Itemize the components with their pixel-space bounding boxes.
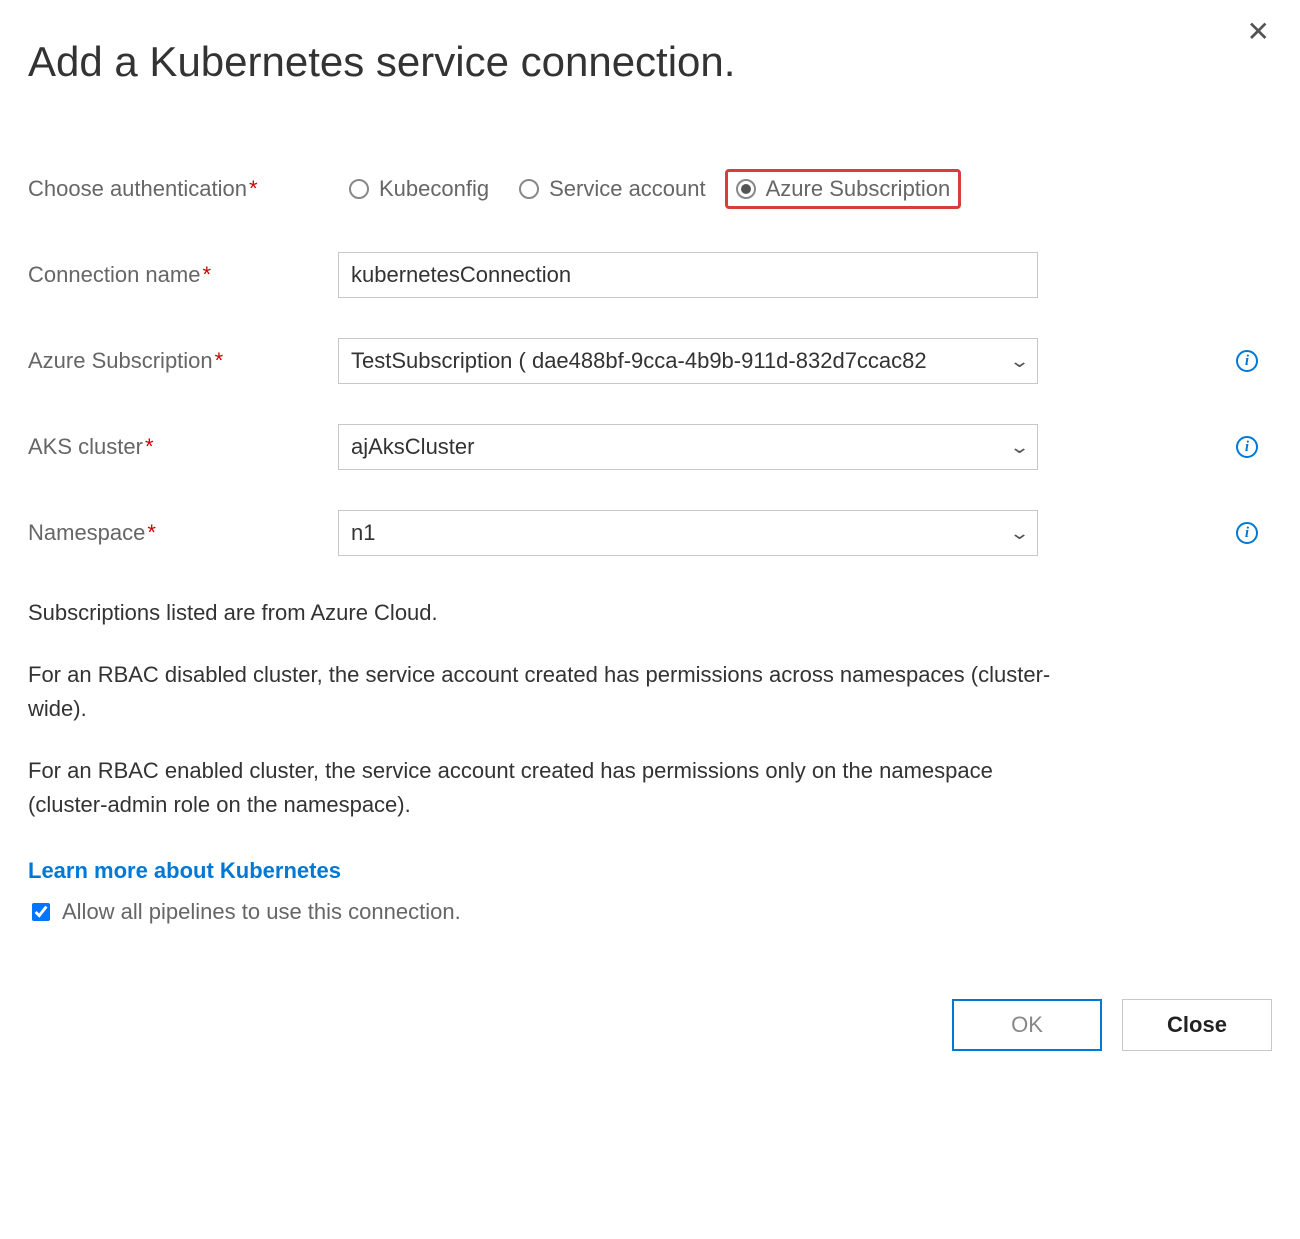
label-text: Connection name xyxy=(28,262,200,287)
close-button[interactable]: Close xyxy=(1122,999,1272,1051)
namespace-select[interactable]: n1 ⌄ xyxy=(338,510,1038,556)
required-asterisk: * xyxy=(145,434,154,459)
label-text: AKS cluster xyxy=(28,434,143,459)
allow-pipelines-row: Allow all pipelines to use this connecti… xyxy=(28,895,1068,929)
info-icon[interactable]: i xyxy=(1236,522,1258,544)
allow-pipelines-checkbox[interactable] xyxy=(32,903,50,921)
chevron-down-icon: ⌄ xyxy=(1009,351,1030,372)
auth-label-text: Choose authentication xyxy=(28,176,247,201)
auth-row: Choose authentication* Kubeconfig Servic… xyxy=(28,166,1272,212)
label-text: Azure Subscription xyxy=(28,348,213,373)
azure-subscription-row: Azure Subscription* TestSubscription ( d… xyxy=(28,338,1272,384)
connection-name-input[interactable] xyxy=(338,252,1038,298)
auth-label: Choose authentication* xyxy=(28,176,338,202)
aks-cluster-row: AKS cluster* ajAksCluster ⌄ i xyxy=(28,424,1272,470)
required-asterisk: * xyxy=(147,520,156,545)
learn-more-link[interactable]: Learn more about Kubernetes xyxy=(28,854,341,888)
radio-icon xyxy=(736,179,756,199)
select-value: ajAksCluster xyxy=(351,434,1006,460)
dialog-buttons: OK Close xyxy=(28,999,1272,1051)
info-icon[interactable]: i xyxy=(1236,350,1258,372)
select-value: TestSubscription ( dae488bf-9cca-4b9b-91… xyxy=(351,348,1006,374)
namespace-label: Namespace* xyxy=(28,520,338,546)
chevron-down-icon: ⌄ xyxy=(1009,437,1030,458)
azure-subscription-select[interactable]: TestSubscription ( dae488bf-9cca-4b9b-91… xyxy=(338,338,1038,384)
help-text-block: Subscriptions listed are from Azure Clou… xyxy=(28,596,1068,929)
radio-label: Service account xyxy=(549,176,706,202)
radio-label: Kubeconfig xyxy=(379,176,489,202)
help-line-1: Subscriptions listed are from Azure Clou… xyxy=(28,596,1068,630)
auth-radio-service-account[interactable]: Service account xyxy=(508,169,717,209)
info-icon[interactable]: i xyxy=(1236,436,1258,458)
close-icon[interactable]: ✕ xyxy=(1247,18,1270,46)
allow-pipelines-label: Allow all pipelines to use this connecti… xyxy=(62,895,461,929)
chevron-down-icon: ⌄ xyxy=(1009,523,1030,544)
required-asterisk: * xyxy=(202,262,211,287)
required-asterisk: * xyxy=(215,348,224,373)
help-line-2: For an RBAC disabled cluster, the servic… xyxy=(28,658,1068,726)
select-value: n1 xyxy=(351,520,1006,546)
dialog-title: Add a Kubernetes service connection. xyxy=(28,38,1272,86)
auth-radio-kubeconfig[interactable]: Kubeconfig xyxy=(338,169,500,209)
aks-cluster-label: AKS cluster* xyxy=(28,434,338,460)
connection-name-label: Connection name* xyxy=(28,262,338,288)
ok-button[interactable]: OK xyxy=(952,999,1102,1051)
radio-label: Azure Subscription xyxy=(766,176,951,202)
required-asterisk: * xyxy=(249,176,258,201)
label-text: Namespace xyxy=(28,520,145,545)
radio-icon xyxy=(519,179,539,199)
connection-name-row: Connection name* xyxy=(28,252,1272,298)
auth-radio-azure-subscription[interactable]: Azure Subscription xyxy=(725,169,962,209)
radio-icon xyxy=(349,179,369,199)
aks-cluster-select[interactable]: ajAksCluster ⌄ xyxy=(338,424,1038,470)
namespace-row: Namespace* n1 ⌄ i xyxy=(28,510,1272,556)
azure-subscription-label: Azure Subscription* xyxy=(28,348,338,374)
help-line-3: For an RBAC enabled cluster, the service… xyxy=(28,754,1068,822)
